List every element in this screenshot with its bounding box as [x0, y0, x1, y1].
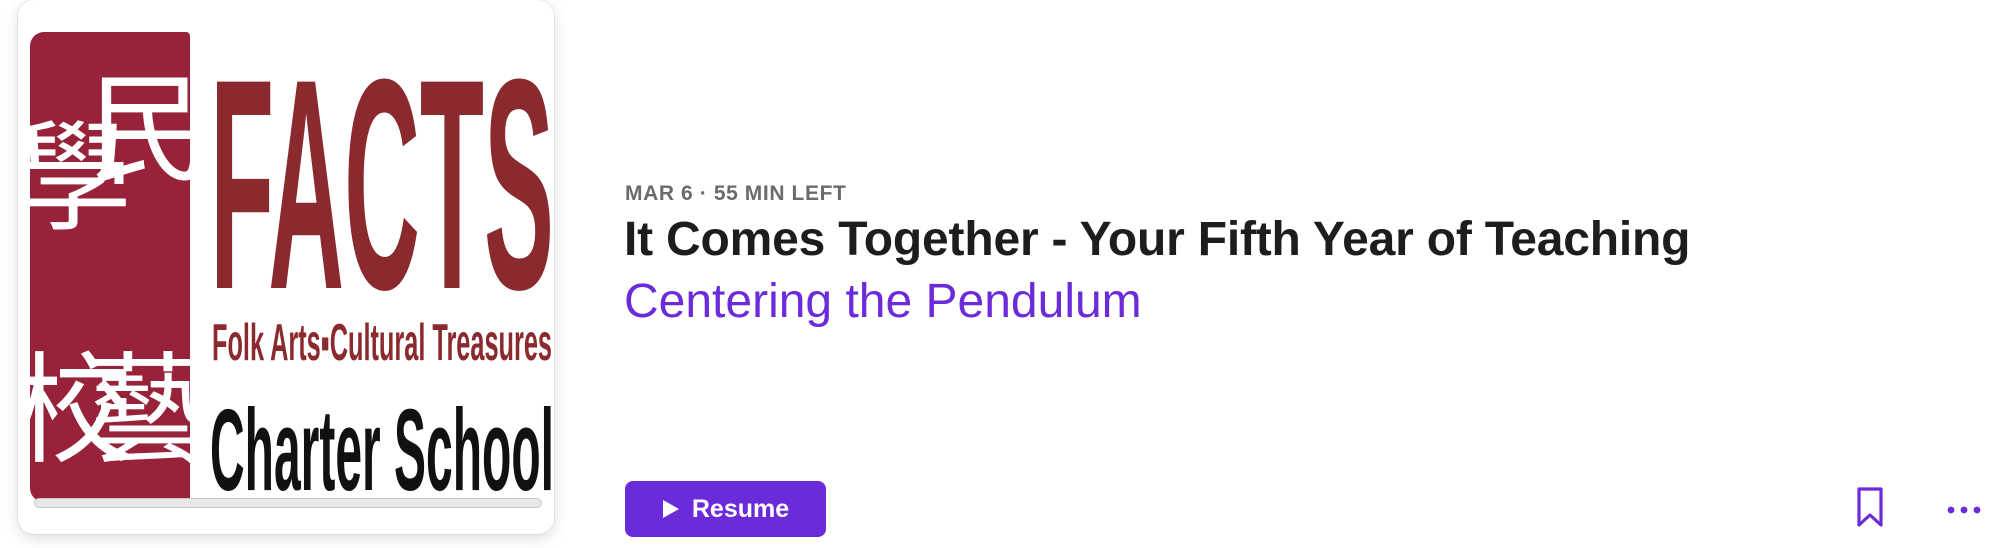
episode-title[interactable]: It Comes Together - Your Fifth Year of T… [624, 212, 1690, 267]
svg-text:學: 學 [30, 110, 132, 249]
svg-text:Charter School: Charter School [210, 392, 554, 502]
artwork-seal: 民 學 藝 校 [30, 32, 190, 502]
episode-meta: MAR 6 · 55 MIN LEFT [625, 182, 846, 206]
episode-artwork[interactable]: 民 學 藝 校 FACTS Folk Arts▪Cultural Treasur… [18, 0, 554, 534]
resume-label: Resume [691, 494, 790, 523]
artwork-tagline: Folk Arts▪Cultural Treasures [212, 314, 552, 372]
artwork-school-name: Charter School [210, 392, 554, 502]
resume-button[interactable]: Resume [625, 481, 826, 537]
svg-text:Folk Arts▪Cultural Treasures: Folk Arts▪Cultural Treasures [212, 314, 552, 372]
artwork-logo-facts: FACTS [210, 16, 554, 310]
episode-time-left: 55 MIN LEFT [713, 182, 847, 205]
more-icon [1947, 506, 1981, 514]
show-name-link[interactable]: Centering the Pendulum [624, 274, 1142, 329]
meta-separator: · [699, 182, 708, 205]
playback-progress-bar [34, 498, 542, 508]
more-options-button[interactable] [1944, 490, 1984, 530]
episode-row: 民 學 藝 校 FACTS Folk Arts▪Cultural Treasur… [0, 0, 2001, 548]
svg-text:校: 校 [30, 342, 132, 481]
play-icon [662, 500, 679, 518]
bookmark-icon [1857, 487, 1883, 527]
svg-text:FACTS: FACTS [210, 16, 554, 310]
episode-date: MAR 6 [625, 182, 694, 205]
bookmark-button[interactable] [1854, 486, 1886, 528]
